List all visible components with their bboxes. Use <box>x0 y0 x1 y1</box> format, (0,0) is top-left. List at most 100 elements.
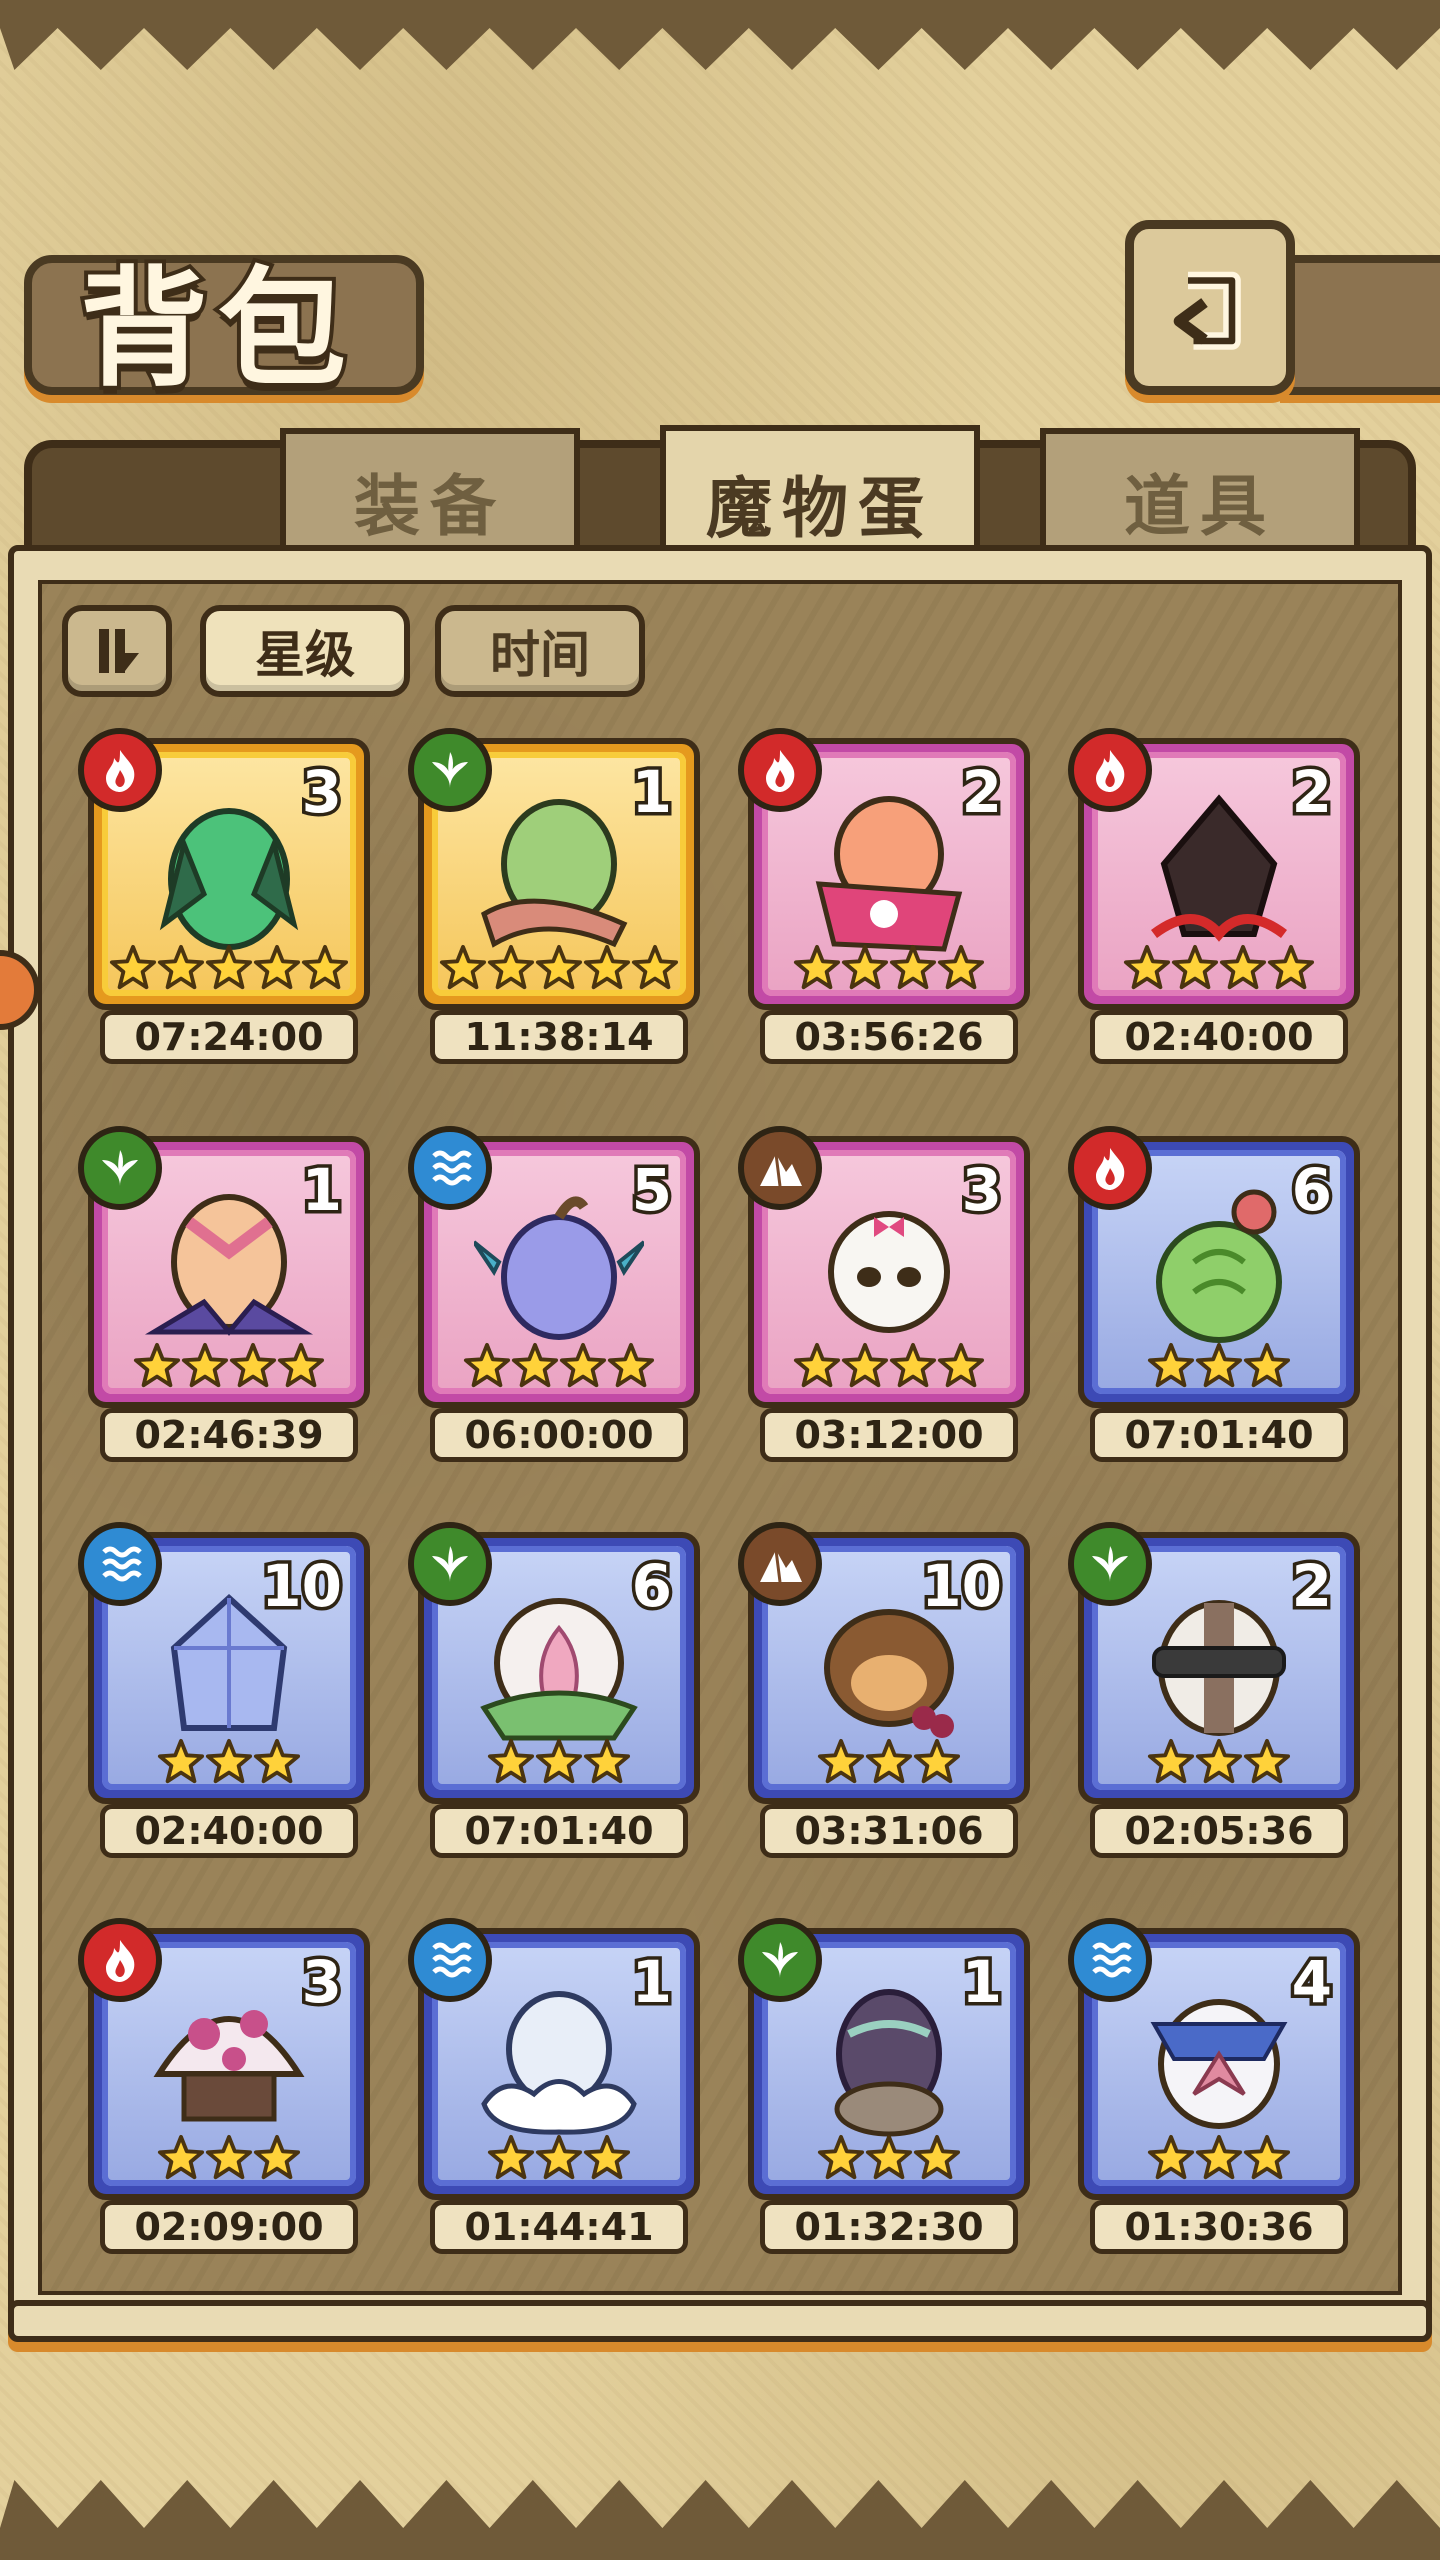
star-icon <box>157 1738 205 1786</box>
earth-element-icon <box>738 1126 822 1210</box>
star-icon <box>487 2134 535 2182</box>
hatch-timer: 07:01:40 <box>430 1804 688 1858</box>
water-element-icon <box>78 1522 162 1606</box>
tab-items-label: 道具 <box>1124 468 1276 545</box>
star-icon <box>535 2134 583 2182</box>
star-icon <box>253 1738 301 1786</box>
star-icon <box>937 1342 985 1390</box>
egg-count: 2 <box>958 755 1005 830</box>
hatch-timer: 06:00:00 <box>430 1408 688 1462</box>
sort-toggle-icon <box>99 629 139 673</box>
star-icon <box>1123 944 1171 992</box>
egg-count: 1 <box>298 1153 345 1228</box>
star-rating <box>1084 1342 1354 1390</box>
star-icon <box>913 2134 961 2182</box>
star-icon <box>1195 1738 1243 1786</box>
star-rating <box>1084 944 1354 992</box>
egg-slot[interactable]: 3 02:09:00 <box>78 1918 370 2258</box>
star-rating <box>424 944 694 992</box>
hatch-timer: 01:32:30 <box>760 2200 1018 2254</box>
lotus-egg-icon <box>480 1598 638 1741</box>
filter-time-button[interactable]: 时间 <box>435 605 645 697</box>
star-icon <box>109 944 157 992</box>
fire-element-icon <box>1068 728 1152 812</box>
hatch-timer: 02:40:00 <box>100 1804 358 1858</box>
egg-slot[interactable]: 3 03:12:00 <box>738 1126 1030 1466</box>
filter-star-button[interactable]: 星级 <box>200 605 410 697</box>
star-icon <box>817 2134 865 2182</box>
water-element-icon <box>408 1126 492 1210</box>
star-rating <box>1084 1738 1354 1786</box>
egg-count: 5 <box>628 1153 675 1228</box>
star-icon <box>535 944 583 992</box>
star-icon <box>463 1342 511 1390</box>
egg-slot[interactable]: 2 03:56:26 <box>738 728 1030 1068</box>
hatch-timer: 03:31:06 <box>760 1804 1018 1858</box>
egg-slot[interactable]: 10 02:40:00 <box>78 1522 370 1862</box>
star-icon <box>1147 1342 1195 1390</box>
star-icon <box>817 1738 865 1786</box>
star-icon <box>535 1738 583 1786</box>
egg-slot[interactable]: 6 07:01:40 <box>1068 1126 1360 1466</box>
star-icon <box>1219 944 1267 992</box>
star-icon <box>511 1342 559 1390</box>
egg-slot[interactable]: 2 02:40:00 <box>1068 728 1360 1068</box>
star-rating <box>754 1342 1024 1390</box>
hatch-timer: 07:24:00 <box>100 1010 358 1064</box>
star-rating <box>754 944 1024 992</box>
star-icon <box>301 944 349 992</box>
star-icon <box>583 944 631 992</box>
hatch-timer: 03:12:00 <box>760 1408 1018 1462</box>
egg-slot[interactable]: 1 11:38:14 <box>408 728 700 1068</box>
star-icon <box>157 2134 205 2182</box>
dark-flame-egg-icon <box>1151 794 1287 942</box>
star-icon <box>1267 944 1315 992</box>
hatch-timer: 02:46:39 <box>100 1408 358 1462</box>
back-plate <box>1280 255 1440 395</box>
star-icon <box>889 1342 937 1390</box>
star-icon <box>583 2134 631 2182</box>
hatch-timer: 01:44:41 <box>430 2200 688 2254</box>
nature-element-icon <box>738 1918 822 2002</box>
egg-slot[interactable]: 4 01:30:36 <box>1068 1918 1360 2258</box>
star-rating <box>424 1738 694 1786</box>
hatch-timer: 11:38:14 <box>430 1010 688 1064</box>
egg-slot[interactable]: 1 01:44:41 <box>408 1918 700 2258</box>
star-icon <box>1243 1738 1291 1786</box>
egg-count: 2 <box>1288 1549 1335 1624</box>
egg-count: 1 <box>628 755 675 830</box>
egg-slot[interactable]: 2 02:05:36 <box>1068 1522 1360 1862</box>
sort-toggle-button[interactable] <box>62 605 172 697</box>
star-icon <box>889 944 937 992</box>
studded-collar-egg-icon <box>1152 1600 1286 1737</box>
egg-slot[interactable]: 1 01:32:30 <box>738 1918 1030 2258</box>
egg-slot[interactable]: 3 07:24:00 <box>78 728 370 1068</box>
star-icon <box>487 944 535 992</box>
back-button[interactable] <box>1125 220 1295 395</box>
hatch-timer: 03:56:26 <box>760 1010 1018 1064</box>
tab-equipment-label: 装备 <box>354 468 506 545</box>
fire-element-icon <box>78 1918 162 2002</box>
back-arrow-icon <box>1173 271 1241 350</box>
star-icon <box>181 1342 229 1390</box>
egg-count: 6 <box>1288 1153 1335 1228</box>
star-rating <box>1084 2134 1354 2182</box>
star-icon <box>157 944 205 992</box>
star-icon <box>1171 944 1219 992</box>
hatch-timer: 02:05:36 <box>1090 1804 1348 1858</box>
star-rating <box>94 1738 364 1786</box>
star-icon <box>1195 2134 1243 2182</box>
star-icon <box>937 944 985 992</box>
egg-slot[interactable]: 5 06:00:00 <box>408 1126 700 1466</box>
star-icon <box>1147 1738 1195 1786</box>
star-icon <box>841 1342 889 1390</box>
star-icon <box>1147 2134 1195 2182</box>
egg-slot[interactable]: 1 02:46:39 <box>78 1126 370 1466</box>
egg-count: 3 <box>298 755 345 830</box>
cactus-egg-icon <box>1156 1189 1282 1344</box>
star-icon <box>205 2134 253 2182</box>
egg-slot[interactable]: 10 03:31:06 <box>738 1522 1030 1862</box>
water-element-icon <box>408 1918 492 2002</box>
nature-element-icon <box>408 728 492 812</box>
egg-slot[interactable]: 6 07:01:40 <box>408 1522 700 1862</box>
